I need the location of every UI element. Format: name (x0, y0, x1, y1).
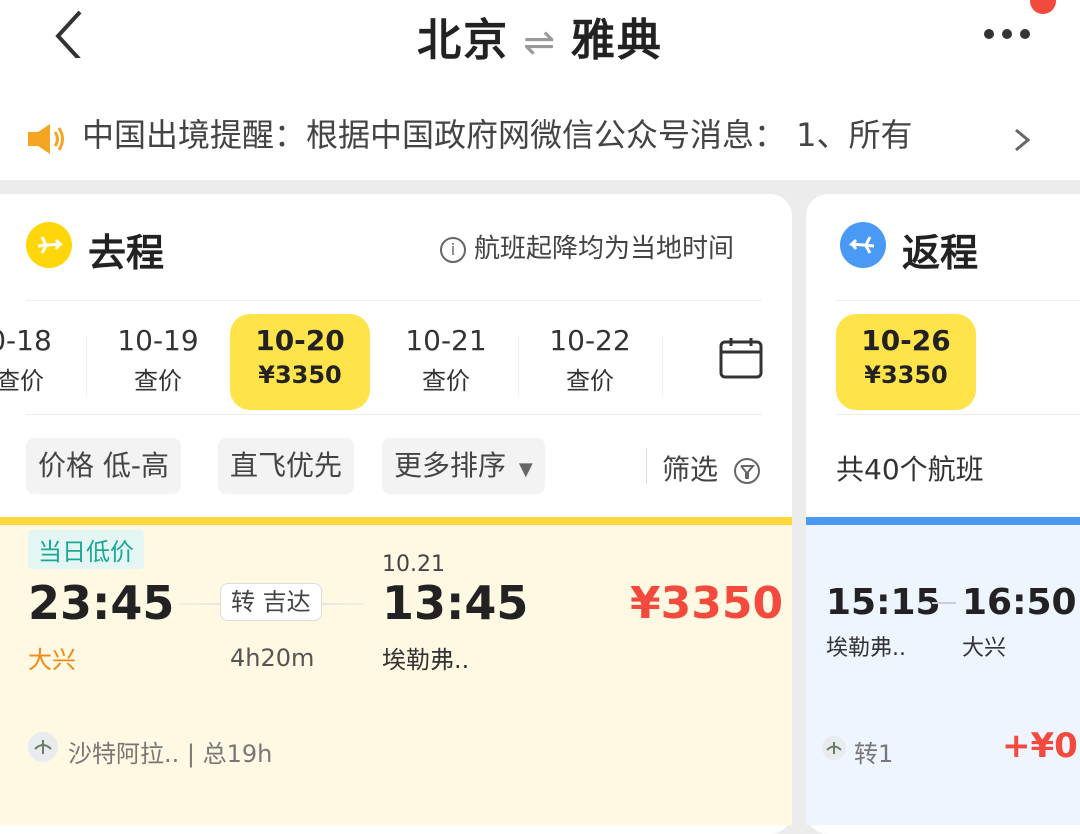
chevron-right-icon[interactable] (1010, 124, 1034, 156)
return-price-diff: +¥0 (1002, 726, 1078, 766)
date-item[interactable]: 10-19 查价 (88, 324, 228, 396)
airline-logo-icon (28, 732, 58, 762)
date-label: 10-21 (405, 324, 487, 357)
notice-bar[interactable]: 中国出境提醒：根据中国政府网微信公众号消息： 1、所有 (0, 100, 1080, 170)
date-label: 0-18 (0, 324, 52, 357)
flight-price: ¥3350 (630, 578, 784, 629)
outbound-title: 去程 (88, 231, 165, 275)
filter-button[interactable]: 筛选 (662, 448, 761, 488)
return-title: 返程 (902, 231, 979, 275)
date-item[interactable]: 10-22 查价 (520, 324, 660, 396)
info-icon: i (440, 236, 466, 263)
local-time-hint: i 航班起降均为当地时间 (440, 228, 734, 265)
flight-count: 共40个航班 (836, 453, 984, 486)
transfer-badge: 转 吉达 (220, 583, 322, 621)
divider (26, 300, 762, 301)
filter-icon (733, 458, 760, 484)
divider (662, 336, 663, 396)
date-label: 10-19 (117, 324, 199, 357)
divider (86, 336, 87, 396)
sort-direct-button[interactable]: 直飞优先 (218, 438, 355, 494)
divider (836, 300, 1080, 301)
sort-more-label: 更多排序 (394, 449, 507, 482)
route-title: 北京 ⇌ 雅典 (0, 4, 1080, 68)
flight-duration: 4h20m (230, 644, 315, 672)
flight-line (932, 602, 956, 604)
swap-icon[interactable]: ⇌ (523, 20, 557, 64)
departure-airport: 大兴 (28, 646, 76, 674)
date-item-selected[interactable]: 10-20 ¥3350 (230, 314, 370, 410)
caret-down-icon: ▼ (518, 459, 533, 480)
speaker-icon (26, 122, 66, 156)
return-departure-time: 15:15 (826, 582, 941, 623)
date-price: 查价 (422, 367, 470, 395)
date-label: 10-20 (255, 324, 345, 357)
airline-info: 沙特阿拉.. | 总19h (68, 740, 273, 768)
date-item[interactable]: 10-21 查价 (376, 324, 516, 396)
date-item[interactable]: 0-18 查价 (0, 324, 90, 396)
hint-text: 航班起降均为当地时间 (474, 234, 735, 264)
date-label: 10-26 (861, 324, 951, 357)
date-label: 10-22 (549, 324, 631, 357)
departure-time: 23:45 (28, 576, 175, 630)
date-price: 查价 (566, 367, 614, 395)
origin-city: 北京 (417, 15, 510, 66)
return-date-selected[interactable]: 10-26 ¥3350 (836, 314, 976, 410)
date-price: 查价 (0, 367, 44, 395)
sort-price-button[interactable]: 价格 低-高 (26, 438, 182, 494)
calendar-icon[interactable] (718, 336, 764, 380)
low-price-tag: 当日低价 (28, 530, 144, 569)
plane-return-icon (840, 222, 886, 268)
sort-more-button[interactable]: 更多排序 ▼ (382, 438, 545, 494)
return-departure-airport: 埃勒弗.. (826, 636, 906, 661)
date-price: ¥3350 (258, 361, 342, 389)
date-price: ¥3350 (864, 361, 948, 389)
more-icon[interactable] (984, 24, 1040, 40)
arrival-time: 13:45 (382, 576, 529, 630)
return-flight-card[interactable] (806, 517, 1080, 825)
divider (836, 414, 1080, 415)
filter-label: 筛选 (662, 453, 719, 486)
date-price: 查价 (134, 367, 182, 395)
return-arrival-airport: 大兴 (962, 636, 1007, 661)
plane-depart-icon (26, 222, 72, 268)
arrival-airport: 埃勒弗.. (382, 646, 470, 674)
airline-logo-icon (822, 736, 846, 760)
notice-text: 中国出境提醒：根据中国政府网微信公众号消息： 1、所有 (82, 116, 913, 154)
return-transfer-info: 转1 (854, 740, 894, 768)
destination-city: 雅典 (570, 15, 663, 66)
return-arrival-time: 16:50 (962, 582, 1077, 623)
divider (646, 448, 647, 484)
divider (26, 414, 762, 415)
arrival-date: 10.21 (382, 552, 445, 577)
divider (518, 336, 519, 396)
